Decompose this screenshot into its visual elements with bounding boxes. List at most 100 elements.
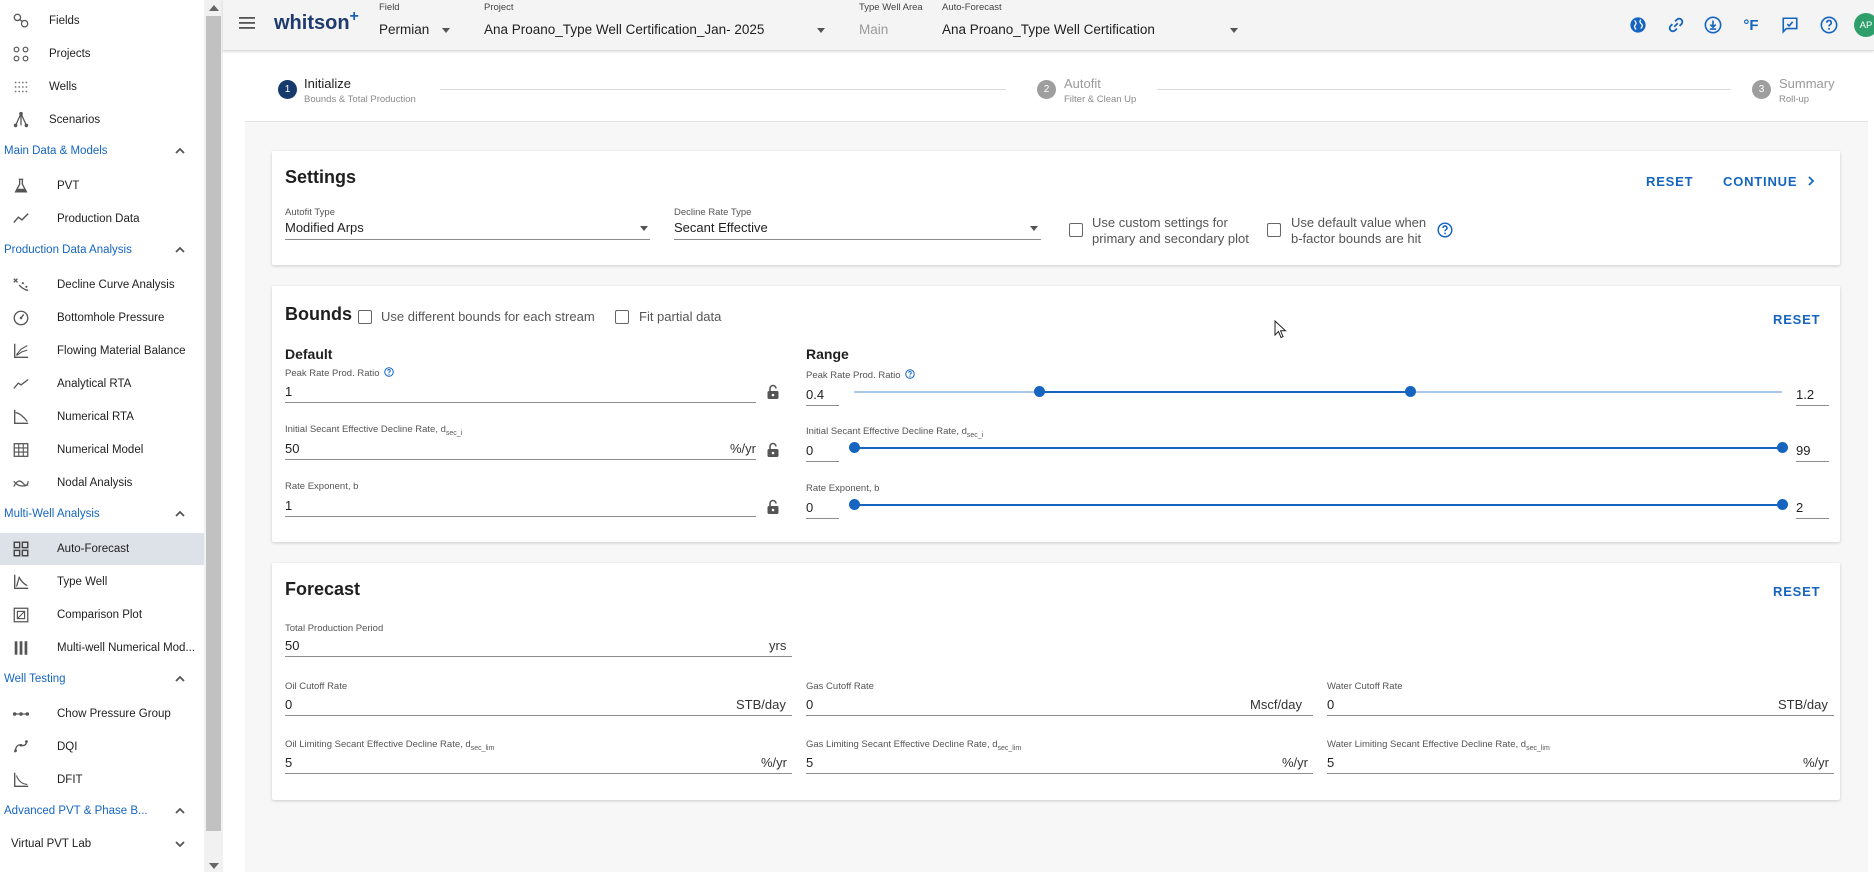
app-logo[interactable]: whitson+ [274, 8, 359, 35]
sidebar-item-multi-well-numerical-mod[interactable]: Multi-well Numerical Mod... [0, 632, 204, 664]
sidebar-item-dqi[interactable]: DQI [0, 731, 204, 763]
project-caret-icon[interactable] [817, 28, 825, 33]
water-limiting-decline-input[interactable]: 5 [1327, 755, 1334, 770]
total-period-input[interactable]: 50 [285, 638, 299, 653]
continue-button[interactable]: CONTINUE [1723, 174, 1816, 189]
b-factor-help-icon[interactable] [1437, 222, 1453, 241]
sidebar-section-main-data-models[interactable]: Main Data & Models [0, 136, 204, 166]
autofit-type-select[interactable]: Modified Arps [285, 220, 364, 235]
range-peak-max-input[interactable]: 1.2 [1796, 387, 1814, 402]
sidebar-section-well-testing[interactable]: Well Testing [0, 664, 204, 694]
sidebar-item-numerical-model[interactable]: Numerical Model [0, 434, 204, 466]
peak-rate-lock-icon[interactable] [766, 384, 780, 400]
globe-icon[interactable] [1626, 13, 1650, 37]
settings-title: Settings [285, 167, 357, 187]
sidebar-item-projects[interactable]: Projects [0, 38, 204, 70]
decline-rate-type-caret-icon[interactable] [1030, 226, 1038, 231]
step-2-title[interactable]: Autofit [1064, 76, 1101, 91]
decline-rate-type-select[interactable]: Secant Effective [674, 220, 768, 235]
sidebar-item-dfit[interactable]: DFIT [0, 764, 204, 796]
sidebar-section-virtual-pvt-lab[interactable]: Virtual PVT Lab [0, 829, 204, 859]
sidebar-item-pvt[interactable]: PVT [0, 170, 204, 202]
user-avatar[interactable]: AP [1854, 13, 1874, 37]
range-decline-min-input[interactable]: 0 [806, 443, 813, 458]
feedback-icon[interactable] [1778, 13, 1802, 37]
step-1-circle[interactable]: 1 [278, 80, 297, 99]
step-3-title[interactable]: Summary [1779, 76, 1835, 91]
sidebar-item-nodal-analysis[interactable]: Nodal Analysis [0, 467, 204, 499]
gas-limiting-decline-input[interactable]: 5 [806, 755, 813, 770]
scroll-down-arrow[interactable] [209, 863, 219, 869]
range-exponent-slider-track[interactable] [854, 504, 1782, 506]
sidebar-section-production-data-analysis[interactable]: Production Data Analysis [0, 235, 204, 265]
step-2-circle[interactable]: 2 [1037, 80, 1056, 99]
different-bounds-checkbox[interactable] [358, 310, 372, 324]
total-period-underline [285, 656, 792, 657]
range-decline-slider-track[interactable] [854, 447, 1782, 449]
gas-cutoff-input[interactable]: 0 [806, 697, 813, 712]
rate-exponent-input[interactable]: 1 [285, 498, 292, 513]
range-peak-slider-high-thumb[interactable] [1405, 386, 1417, 397]
sidebar-item-decline-curve-analysis[interactable]: Decline Curve Analysis [0, 269, 204, 301]
sidebar-item-type-well[interactable]: Type Well [0, 566, 204, 598]
peak-rate-input[interactable]: 1 [285, 384, 292, 399]
sidebar-scroll-thumb[interactable] [206, 16, 221, 831]
range-exponent-slider-high-thumb[interactable] [1777, 499, 1788, 510]
range-decline-slider-high-thumb[interactable] [1777, 442, 1788, 453]
initial-decline-input[interactable]: 50 [285, 441, 299, 456]
sidebar-item-bottomhole-pressure[interactable]: Bottomhole Pressure [0, 302, 204, 334]
bounds-reset-button[interactable]: RESET [1773, 312, 1820, 327]
sidebar-item-production-data[interactable]: Production Data [0, 203, 204, 235]
range-peak-slider-low-thumb[interactable] [1034, 386, 1046, 397]
help-icon[interactable] [1817, 13, 1841, 37]
rate-exponent-lock-icon[interactable] [766, 499, 780, 515]
sidebar-item-scenarios[interactable]: Scenarios [0, 104, 204, 136]
download-icon[interactable] [1701, 13, 1725, 37]
fit-partial-data-checkbox[interactable] [615, 310, 629, 324]
peak-rate-help-icon[interactable] [384, 367, 394, 377]
sidebar-item-wells[interactable]: Wells [0, 71, 204, 103]
range-exponent-max-input[interactable]: 2 [1796, 500, 1803, 515]
settings-reset-button[interactable]: RESET [1646, 174, 1693, 189]
range-decline-slider-low-thumb[interactable] [849, 442, 860, 453]
range-peak-help-icon[interactable] [905, 369, 915, 379]
field-select[interactable]: Permian [379, 22, 429, 37]
analytical-rta-icon [10, 373, 32, 395]
temperature-unit-icon[interactable]: °F [1739, 13, 1763, 37]
auto-forecast-caret-icon[interactable] [1230, 28, 1238, 33]
oil-cutoff-input[interactable]: 0 [285, 697, 292, 712]
field-label: Field [379, 2, 400, 13]
sidebar-item-numerical-rta[interactable]: Numerical RTA [0, 401, 204, 433]
range-decline-max-input[interactable]: 99 [1796, 443, 1810, 458]
gas-cutoff-unit: Mscf/day [1250, 697, 1303, 712]
sidebar-item-fields[interactable]: Fields [0, 5, 204, 37]
project-select[interactable]: Ana Proano_Type Well Certification_Jan- … [484, 22, 764, 37]
default-value-checkbox[interactable] [1267, 223, 1281, 237]
range-peak-min-input[interactable]: 0.4 [806, 387, 824, 402]
oil-limiting-decline-input[interactable]: 5 [285, 755, 292, 770]
sidebar-section-advanced-pvt-phase-b[interactable]: Advanced PVT & Phase B... [0, 796, 204, 826]
range-exponent-slider-low-thumb[interactable] [849, 499, 860, 510]
menu-icon[interactable] [239, 16, 255, 30]
step-1-title[interactable]: Initialize [304, 76, 351, 91]
chevron-up-icon [174, 244, 186, 256]
sidebar-section-multi-well-analysis[interactable]: Multi-Well Analysis [0, 499, 204, 529]
chevron-down-icon [174, 838, 186, 850]
sidebar-item-comparison-plot[interactable]: Comparison Plot [0, 599, 204, 631]
sidebar-item-chow-pressure-group[interactable]: Chow Pressure Group [0, 698, 204, 730]
autofit-type-caret-icon[interactable] [640, 226, 648, 231]
range-exponent-min-input[interactable]: 0 [806, 500, 813, 515]
link-icon[interactable] [1664, 13, 1688, 37]
initial-decline-lock-icon[interactable] [766, 442, 780, 458]
field-caret-icon[interactable] [442, 28, 450, 33]
sidebar-item-analytical-rta[interactable]: Analytical RTA [0, 368, 204, 400]
custom-settings-checkbox[interactable] [1069, 223, 1083, 237]
auto-forecast-select[interactable]: Ana Proano_Type Well Certification [942, 22, 1155, 37]
sidebar-item-auto-forecast[interactable]: Auto-Forecast [0, 533, 204, 565]
scroll-up-arrow[interactable] [209, 5, 219, 11]
step-3-circle[interactable]: 3 [1752, 80, 1771, 99]
range-peak-slider-active-track[interactable] [1039, 391, 1411, 393]
water-cutoff-input[interactable]: 0 [1327, 697, 1334, 712]
forecast-reset-button[interactable]: RESET [1773, 584, 1820, 599]
sidebar-item-flowing-material-balance[interactable]: Flowing Material Balance [0, 335, 204, 367]
